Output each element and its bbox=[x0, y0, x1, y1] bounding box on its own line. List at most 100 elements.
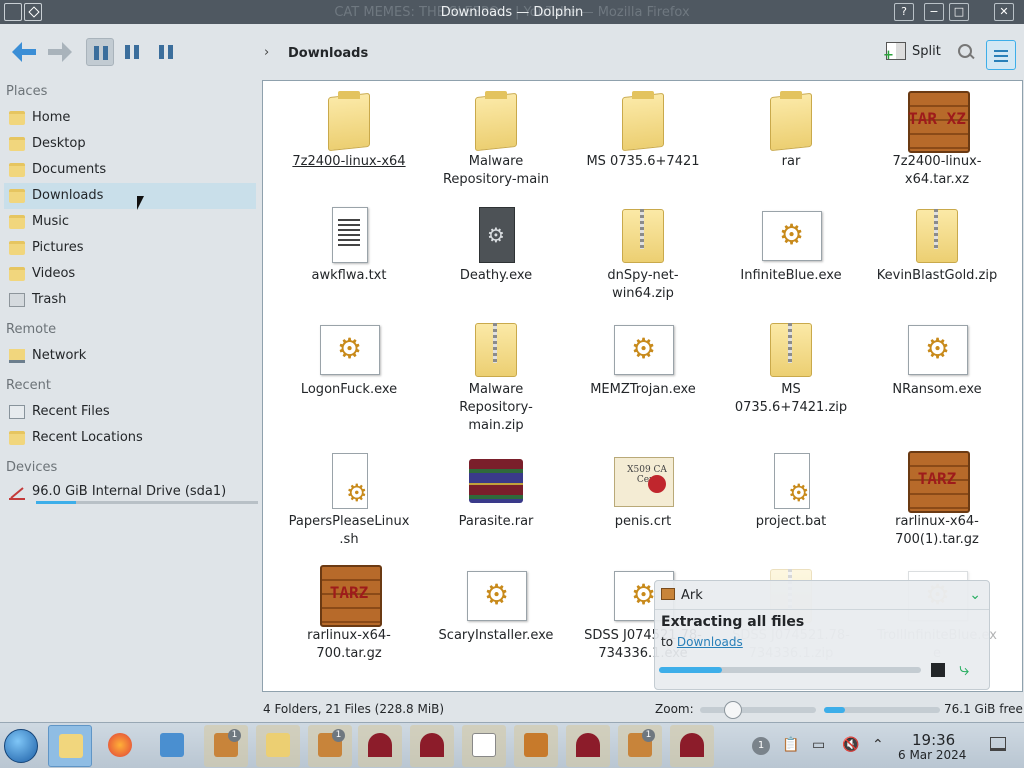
audio-muted-icon[interactable]: 🔇 bbox=[842, 737, 859, 753]
file-item[interactable]: LogonFuck.exe bbox=[287, 317, 411, 399]
crate-icon: TAR XZ bbox=[906, 89, 970, 153]
breadcrumb-chevron-icon[interactable]: › bbox=[264, 45, 269, 60]
sidebar-item-label: Music bbox=[32, 214, 69, 229]
file-name: Parasite.rar bbox=[458, 514, 534, 529]
details-view-icon bbox=[159, 45, 173, 59]
sidebar-item-recent-locations[interactable]: Recent Locations bbox=[4, 425, 256, 451]
recent-section-label: Recent bbox=[6, 378, 51, 393]
videos-folder-icon bbox=[9, 267, 25, 281]
show-desktop-icon[interactable] bbox=[990, 737, 1006, 751]
details-view-button[interactable] bbox=[152, 38, 180, 66]
installer-icon bbox=[524, 733, 548, 757]
clipboard-icon[interactable]: 📋 bbox=[782, 737, 799, 753]
file-item[interactable]: rar bbox=[729, 89, 853, 171]
sidebar-item-documents[interactable]: Documents bbox=[4, 157, 256, 183]
notification-count-icon[interactable]: 1 bbox=[752, 737, 770, 755]
stop-icon[interactable] bbox=[931, 663, 945, 677]
file-item[interactable]: MEMZTrojan.exe bbox=[581, 317, 705, 399]
task-wine-4[interactable] bbox=[670, 725, 714, 767]
task-ark-1[interactable]: 1 bbox=[204, 725, 248, 767]
tray-expand-chevron-icon[interactable]: ⌃ bbox=[872, 737, 884, 753]
hamburger-menu-button[interactable] bbox=[986, 40, 1016, 70]
status-bar: 4 Folders, 21 Files (228.8 MiB) Zoom: 76… bbox=[0, 698, 1024, 722]
sidebar-item-downloads[interactable]: Downloads bbox=[4, 183, 256, 209]
ark-notification[interactable]: Ark ⌄ Extracting all files to Downloads … bbox=[654, 580, 990, 690]
close-button[interactable]: ✕ bbox=[994, 3, 1014, 21]
task-firefox[interactable] bbox=[98, 725, 142, 767]
file-item[interactable]: dnSpy-net-win64.zip bbox=[581, 203, 705, 303]
zip-icon bbox=[266, 733, 290, 757]
sidebar-item-pictures[interactable]: Pictures bbox=[4, 235, 256, 261]
maximize-button[interactable]: □ bbox=[949, 3, 969, 21]
file-item[interactable]: project.bat bbox=[729, 449, 853, 531]
sidebar-item-label: Trash bbox=[32, 292, 67, 307]
app-icon bbox=[906, 317, 968, 379]
clock-date[interactable]: 6 Mar 2024 bbox=[898, 748, 966, 762]
help-icon[interactable]: ? bbox=[894, 3, 914, 21]
zoom-slider[interactable] bbox=[700, 701, 816, 719]
file-name: rarlinux-x64-700(1).tar.gz bbox=[895, 514, 979, 547]
icons-view-button[interactable] bbox=[86, 38, 114, 66]
file-item[interactable]: MS 0735.6+7421.zip bbox=[729, 317, 853, 417]
file-item[interactable]: awkflwa.txt bbox=[287, 203, 411, 285]
search-icon[interactable] bbox=[956, 42, 978, 64]
file-item[interactable]: Deathy.exe bbox=[434, 203, 558, 285]
forward-arrow-icon[interactable] bbox=[44, 40, 74, 64]
task-wine-1[interactable] bbox=[358, 725, 402, 767]
breadcrumb[interactable]: Downloads bbox=[288, 46, 368, 61]
open-destination-icon[interactable]: ⤷ bbox=[959, 659, 969, 680]
trash-icon bbox=[9, 293, 25, 307]
task-wine-2[interactable] bbox=[410, 725, 454, 767]
sidebar-item-internal-drive[interactable]: 96.0 GiB Internal Drive (sda1) bbox=[4, 480, 258, 506]
sidebar-item-videos[interactable]: Videos bbox=[4, 261, 256, 287]
pictures-folder-icon bbox=[9, 241, 25, 255]
file-item[interactable]: InfiniteBlue.exe bbox=[729, 203, 853, 285]
collapse-chevron-icon[interactable]: ⌄ bbox=[969, 587, 981, 603]
clock-time[interactable]: 19:36 bbox=[912, 731, 955, 749]
file-item[interactable]: TAR XZ 7z2400-linux-x64.tar.xz bbox=[875, 89, 999, 189]
destination-link[interactable]: Downloads bbox=[677, 635, 743, 649]
task-archive[interactable] bbox=[256, 725, 300, 767]
minimize-button[interactable]: − bbox=[924, 3, 944, 21]
sidebar-item-desktop[interactable]: Desktop bbox=[4, 131, 256, 157]
compact-view-button[interactable] bbox=[118, 38, 146, 66]
file-item[interactable]: MS 0735.6+7421 bbox=[581, 89, 705, 171]
free-space-fill bbox=[824, 707, 845, 713]
sidebar-item-music[interactable]: Music bbox=[4, 209, 256, 235]
sidebar-item-label: Desktop bbox=[32, 136, 86, 151]
task-installer[interactable] bbox=[514, 725, 558, 767]
split-button[interactable]: Split bbox=[883, 42, 941, 66]
back-arrow-icon[interactable] bbox=[10, 40, 40, 64]
task-editor[interactable] bbox=[462, 725, 506, 767]
file-item[interactable]: Malware Repository-main.zip bbox=[434, 317, 558, 435]
file-icon-badge: TAR XZ bbox=[908, 109, 966, 128]
documents-folder-icon bbox=[9, 163, 25, 177]
task-system-settings[interactable] bbox=[150, 725, 194, 767]
start-menu-button[interactable] bbox=[4, 729, 38, 763]
file-item[interactable]: 7z2400-linux-x64 bbox=[287, 89, 411, 171]
file-item[interactable]: Malware Repository-main bbox=[434, 89, 558, 189]
sidebar-item-network[interactable]: Network bbox=[4, 343, 256, 369]
file-item[interactable]: PapersPleaseLinux.sh bbox=[287, 449, 411, 549]
task-ark-2[interactable]: 1 bbox=[308, 725, 352, 767]
task-wine-3[interactable] bbox=[566, 725, 610, 767]
file-item[interactable]: TARZ rarlinux-x64-700.tar.gz bbox=[287, 563, 411, 663]
zoom-slider-handle[interactable] bbox=[724, 701, 742, 719]
drive-usage-fill bbox=[36, 501, 76, 504]
window-titlebar[interactable]: CAT MEMES: THE SLEEPO... | YouTube — Moz… bbox=[0, 0, 1024, 24]
file-item[interactable]: TARZ rarlinux-x64-700(1).tar.gz bbox=[875, 449, 999, 549]
sidebar-item-label: Recent Files bbox=[32, 404, 110, 419]
file-item[interactable]: ScaryInstaller.exe bbox=[434, 563, 558, 645]
window-title: Downloads — Dolphin bbox=[440, 5, 584, 20]
battery-icon[interactable]: ▭ bbox=[812, 737, 825, 753]
task-dolphin[interactable] bbox=[48, 725, 92, 767]
file-item[interactable]: Parasite.rar bbox=[434, 449, 558, 531]
file-item[interactable]: KevinBlastGold.zip bbox=[875, 203, 999, 285]
wine-glass-icon bbox=[368, 733, 392, 757]
file-item[interactable]: X509 CA Cert penis.crt bbox=[581, 449, 705, 531]
sidebar-item-trash[interactable]: Trash bbox=[4, 287, 256, 313]
task-ark-3[interactable]: 1 bbox=[618, 725, 662, 767]
sidebar-item-home[interactable]: Home bbox=[4, 105, 256, 131]
sidebar-item-recent-files[interactable]: Recent Files bbox=[4, 399, 256, 425]
file-item[interactable]: NRansom.exe bbox=[875, 317, 999, 399]
